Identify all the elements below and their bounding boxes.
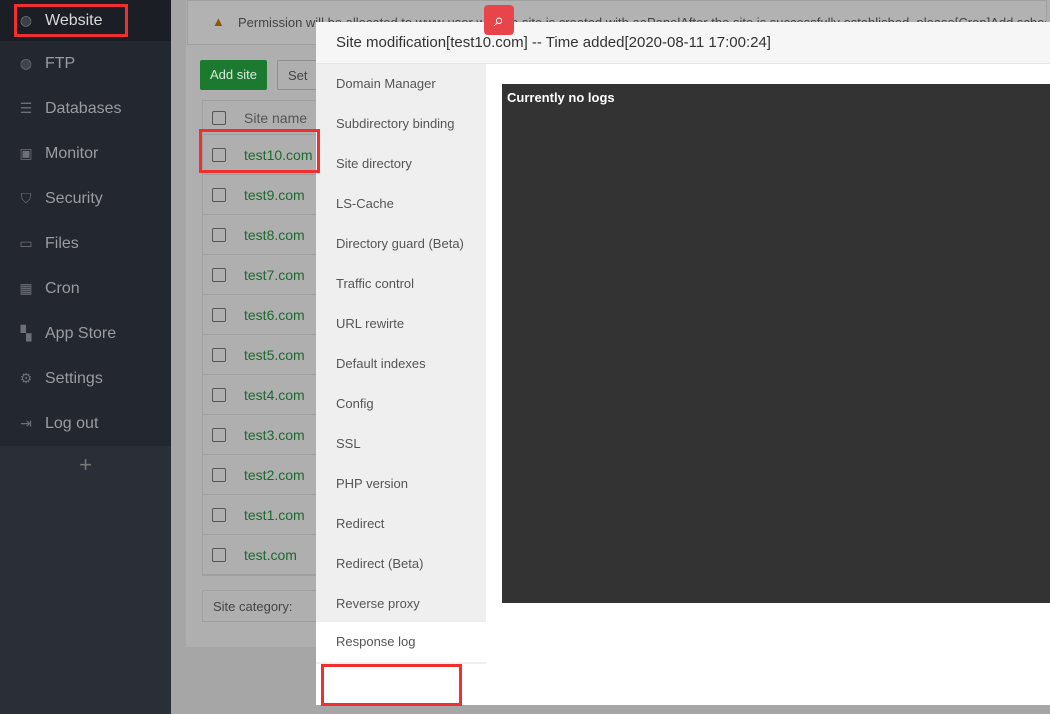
menu-item-url-rewirte[interactable]: URL rewirte xyxy=(316,304,486,344)
search-icon[interactable]: ⌕ xyxy=(484,5,514,35)
highlight-box xyxy=(199,129,320,173)
sidebar-item-label: Databases xyxy=(45,99,122,117)
folder-icon: ▭ xyxy=(19,235,33,251)
row-checkbox[interactable] xyxy=(212,467,226,482)
menu-item-ssl[interactable]: SSL xyxy=(316,424,486,464)
logout-icon: ⇥ xyxy=(20,415,32,431)
sidebar-item-databases[interactable]: ☰ Databases xyxy=(0,86,171,131)
apps-icon: ▚ xyxy=(20,325,32,341)
set-default-page-button[interactable]: Set default page xyxy=(277,60,317,90)
site-link[interactable]: test.com xyxy=(244,547,297,563)
site-link[interactable]: test5.com xyxy=(244,347,305,363)
menu-item-subdirectory-binding[interactable]: Subdirectory binding xyxy=(316,104,486,144)
sidebar-item-cron[interactable]: ▦ Cron xyxy=(0,266,171,311)
sidebar-item-label: Settings xyxy=(45,369,103,387)
dialog-title: Site modification[test10.com] -- Time ad… xyxy=(316,22,1050,64)
menu-item-traffic-control[interactable]: Traffic control xyxy=(316,264,486,304)
site-category-label: Site category: xyxy=(213,599,293,614)
site-modification-dialog: Site modification[test10.com] -- Time ad… xyxy=(316,22,1050,705)
row-checkbox[interactable] xyxy=(212,547,226,562)
sidebar: ◍ Website ◍ FTP ☰ Databases ▣ Monitor ⛉ Security ▭… xyxy=(0,0,171,714)
menu-item-response-log[interactable]: Response log xyxy=(316,622,486,662)
menu-item-redirect-beta[interactable]: Redirect (Beta) xyxy=(316,544,486,584)
dialog-menu: Domain Manager Subdirectory binding Site d… xyxy=(316,64,486,664)
sidebar-item-monitor[interactable]: ▣ Monitor xyxy=(0,131,171,176)
menu-item-reverse-proxy[interactable]: Reverse proxy xyxy=(316,584,486,624)
gear-icon: ⚙ xyxy=(19,370,33,386)
sidebar-item-label: App Store xyxy=(45,324,117,342)
sidebar-item-label: Security xyxy=(45,189,103,207)
sidebar-item-label: FTP xyxy=(45,54,76,72)
site-link[interactable]: test3.com xyxy=(244,427,305,443)
row-checkbox[interactable] xyxy=(212,347,226,362)
highlight-box xyxy=(321,664,462,706)
menu-item-domain-manager[interactable]: Domain Manager xyxy=(316,64,486,104)
site-link[interactable]: test4.com xyxy=(244,387,305,403)
sidebar-item-security[interactable]: ⛉ Security xyxy=(0,176,171,221)
row-checkbox[interactable] xyxy=(212,387,226,402)
site-link[interactable]: test1.com xyxy=(244,507,305,523)
sidebar-item-label: Files xyxy=(45,234,79,252)
monitor-icon: ▣ xyxy=(19,145,33,161)
menu-item-default-indexes[interactable]: Default indexes xyxy=(316,344,486,384)
add-plugin-button[interactable]: + xyxy=(0,446,171,478)
ftp-icon: ◍ xyxy=(19,55,33,71)
site-link[interactable]: test9.com xyxy=(244,187,305,203)
row-checkbox[interactable] xyxy=(212,307,226,322)
menu-item-directory-guard-beta[interactable]: Directory guard (Beta) xyxy=(316,224,486,264)
menu-item-site-directory[interactable]: Site directory xyxy=(316,144,486,184)
site-link[interactable]: test2.com xyxy=(244,467,305,483)
add-site-button[interactable]: Add site xyxy=(200,60,267,90)
row-checkbox[interactable] xyxy=(212,507,226,522)
log-output: Currently no logs xyxy=(502,84,1050,603)
sidebar-item-label: Cron xyxy=(45,279,80,297)
row-checkbox[interactable] xyxy=(212,227,226,242)
sidebar-item-app-store[interactable]: ▚ App Store xyxy=(0,311,171,356)
row-checkbox[interactable] xyxy=(212,187,226,202)
site-link[interactable]: test6.com xyxy=(244,307,305,323)
sidebar-item-ftp[interactable]: ◍ FTP xyxy=(0,41,171,86)
sidebar-item-log-out[interactable]: ⇥ Log out xyxy=(0,401,171,446)
site-link[interactable]: test7.com xyxy=(244,267,305,283)
calendar-icon: ▦ xyxy=(19,280,33,296)
shield-icon: ⛉ xyxy=(20,190,32,206)
sidebar-item-label: Log out xyxy=(45,414,99,432)
select-all-checkbox[interactable] xyxy=(212,110,226,125)
row-checkbox[interactable] xyxy=(212,427,226,442)
menu-item-php-version[interactable]: PHP version xyxy=(316,464,486,504)
site-name-header[interactable]: Site name xyxy=(244,110,307,126)
sidebar-item-files[interactable]: ▭ Files xyxy=(0,221,171,266)
database-icon: ☰ xyxy=(19,100,33,116)
sidebar-item-settings[interactable]: ⚙ Settings xyxy=(0,356,171,401)
site-link[interactable]: test8.com xyxy=(244,227,305,243)
menu-item-redirect[interactable]: Redirect xyxy=(316,504,486,544)
warning-icon: ▲ xyxy=(212,14,225,29)
menu-item-config[interactable]: Config xyxy=(316,384,486,424)
row-checkbox[interactable] xyxy=(212,267,226,282)
menu-item-ls-cache[interactable]: LS-Cache xyxy=(316,184,486,224)
sidebar-item-label: Monitor xyxy=(45,144,99,162)
highlight-box xyxy=(14,4,128,37)
